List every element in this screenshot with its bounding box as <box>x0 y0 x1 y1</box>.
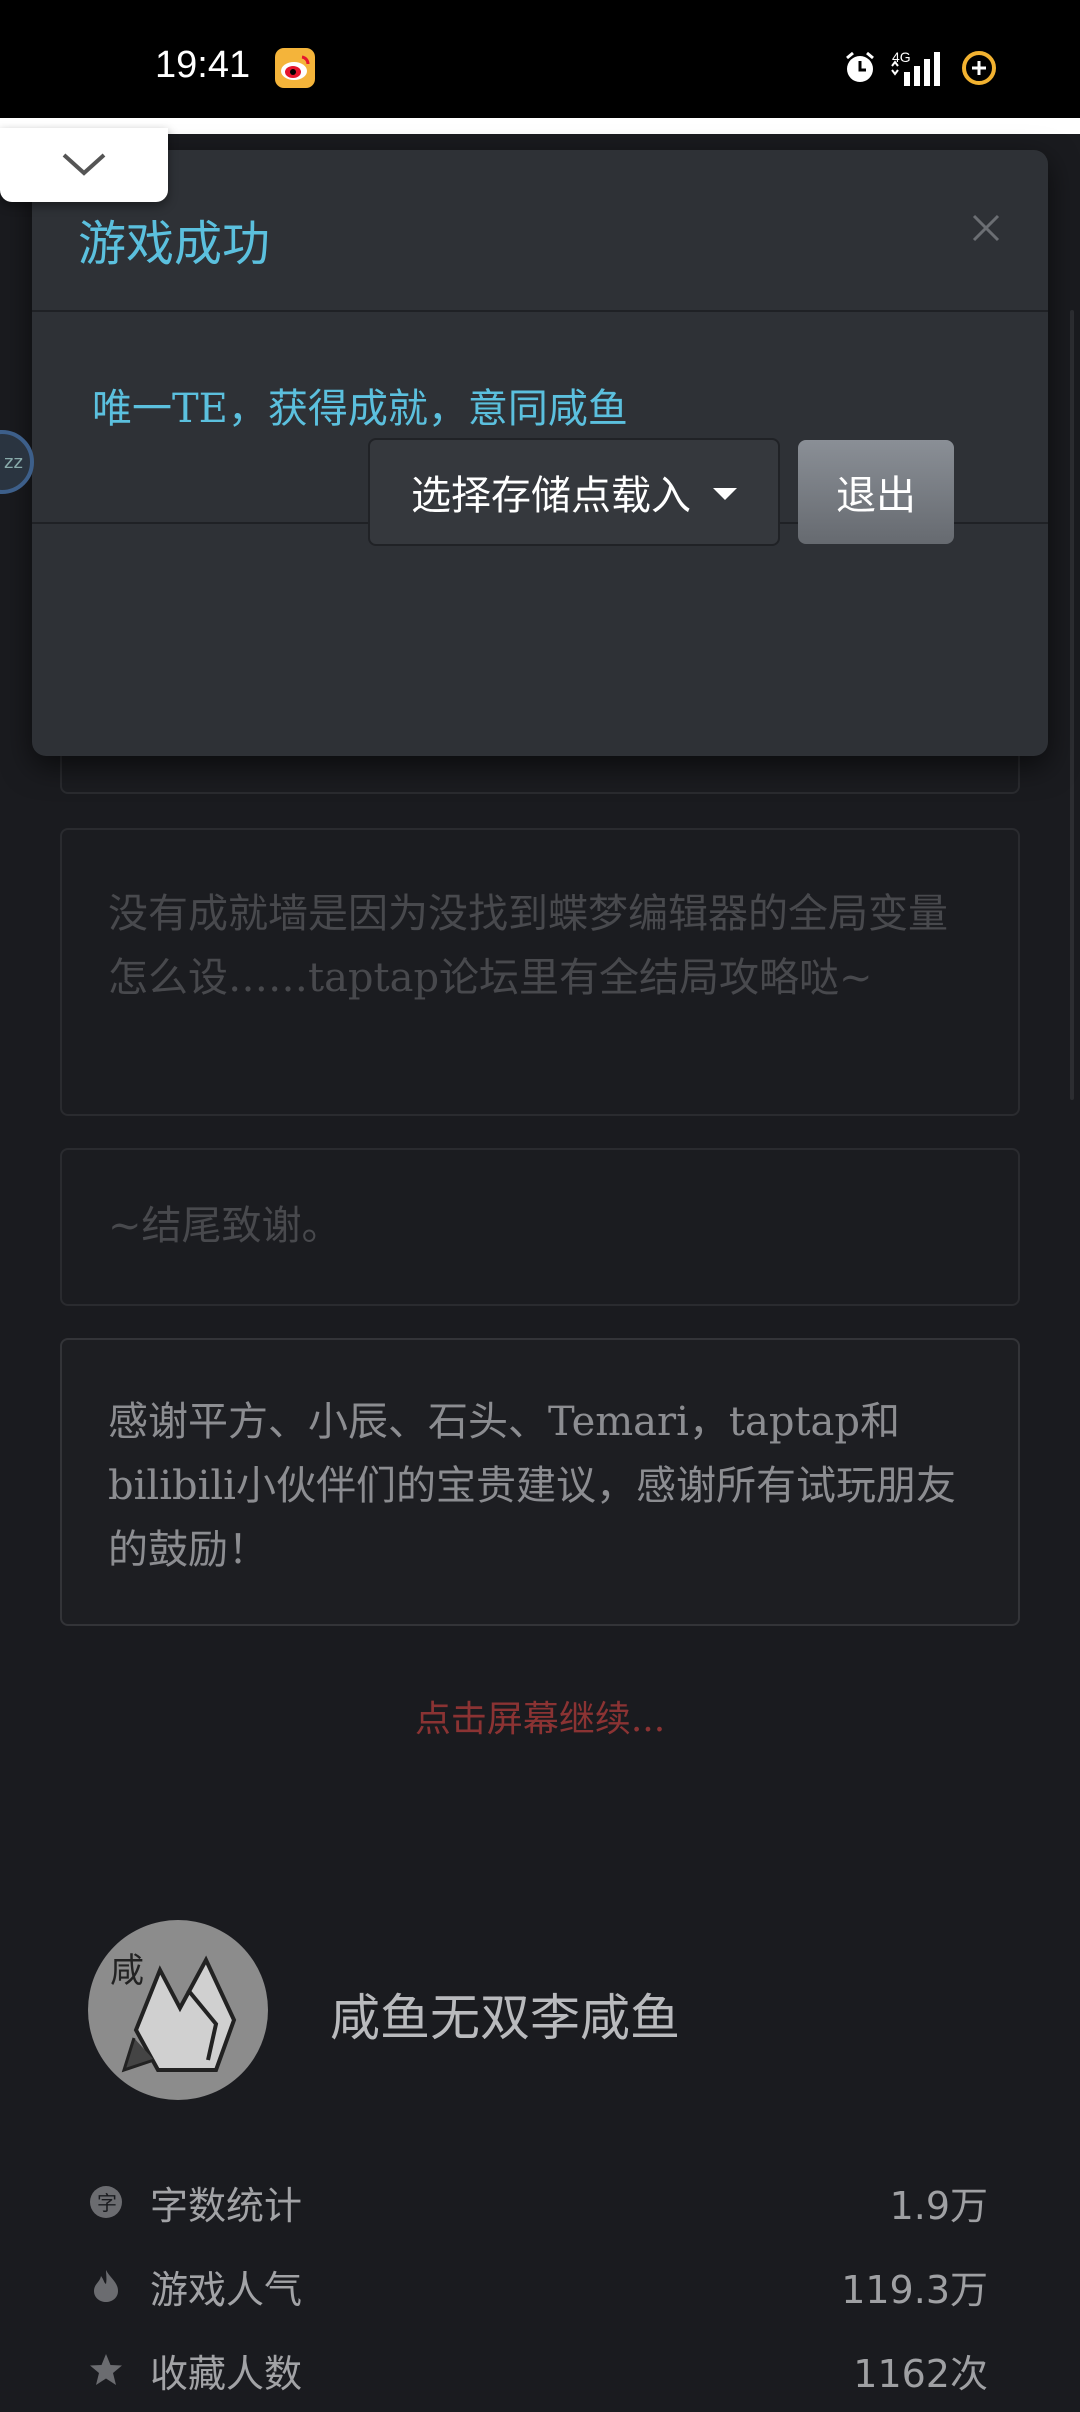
load-save-dropdown-button[interactable]: 选择存储点载入 <box>368 438 780 546</box>
close-icon[interactable] <box>966 208 1006 248</box>
status-time: 19:41 <box>155 44 251 86</box>
stat-row-word-count: 字 字数统计 1.9万 <box>88 2172 988 2232</box>
stat-label: 游戏人气 <box>150 2267 303 2312</box>
dialog-header: 游戏成功 <box>32 150 1048 312</box>
signal-icon: 4G <box>891 49 940 86</box>
svg-text:字: 字 <box>97 2191 117 2215</box>
dialog-title: 游戏成功 <box>78 216 271 272</box>
chevron-down-icon <box>62 153 106 176</box>
scrollbar[interactable] <box>1070 310 1074 1100</box>
stat-row-popularity: 游戏人气 119.3万 <box>88 2256 988 2316</box>
story-text: ~结尾致谢。 <box>108 1203 342 1249</box>
story-card-current: 感谢平方、小辰、石头、Temari，taptap和bilibili小伙伴们的宝贵… <box>60 1338 1020 1626</box>
stat-label: 字数统计 <box>150 2183 303 2228</box>
exit-button[interactable]: 退出 <box>798 440 954 544</box>
collapse-button[interactable] <box>0 128 168 202</box>
alarm-icon <box>846 51 874 82</box>
stat-value: 119.3万 <box>841 2267 988 2312</box>
caret-down-icon <box>713 488 737 500</box>
stat-value: 1162次 <box>853 2351 988 2396</box>
continue-hint[interactable]: 点击屏幕继续... <box>0 1690 1080 1742</box>
status-icons: 4G <box>842 48 998 88</box>
story-card: ~结尾致谢。 <box>60 1148 1020 1306</box>
star-icon <box>90 2354 122 2385</box>
stat-label: 收藏人数 <box>150 2351 303 2396</box>
weibo-icon <box>275 48 315 88</box>
story-card: 没有成就墙是因为没找到蝶梦编辑器的全局变量怎么设……taptap论坛里有全结局攻… <box>60 828 1020 1116</box>
story-text: 感谢平方、小辰、石头、Temari，taptap和bilibili小伙伴们的宝贵… <box>108 1399 956 1573</box>
stat-value: 1.9万 <box>889 2183 988 2228</box>
status-bar: 19:41 4G <box>0 0 1080 118</box>
svg-text:咸: 咸 <box>110 1951 144 1991</box>
word-count-icon: 字 <box>90 2186 122 2218</box>
author-name[interactable]: 咸鱼无双李咸鱼 <box>330 1978 680 2050</box>
battery-saver-icon <box>962 51 996 85</box>
story-text: 没有成就墙是因为没找到蝶梦编辑器的全局变量怎么设……taptap论坛里有全结局攻… <box>108 891 948 1001</box>
avatar[interactable]: 咸 <box>88 1920 268 2100</box>
load-save-label: 选择存储点载入 <box>411 473 691 519</box>
dialog-message: 唯一TE，获得成就，意同咸鱼 <box>92 386 628 432</box>
stat-row-favorites: 收藏人数 1162次 <box>88 2340 988 2400</box>
fire-icon <box>94 2270 118 2302</box>
avatar-fish-icon: 咸 <box>110 1951 237 2073</box>
